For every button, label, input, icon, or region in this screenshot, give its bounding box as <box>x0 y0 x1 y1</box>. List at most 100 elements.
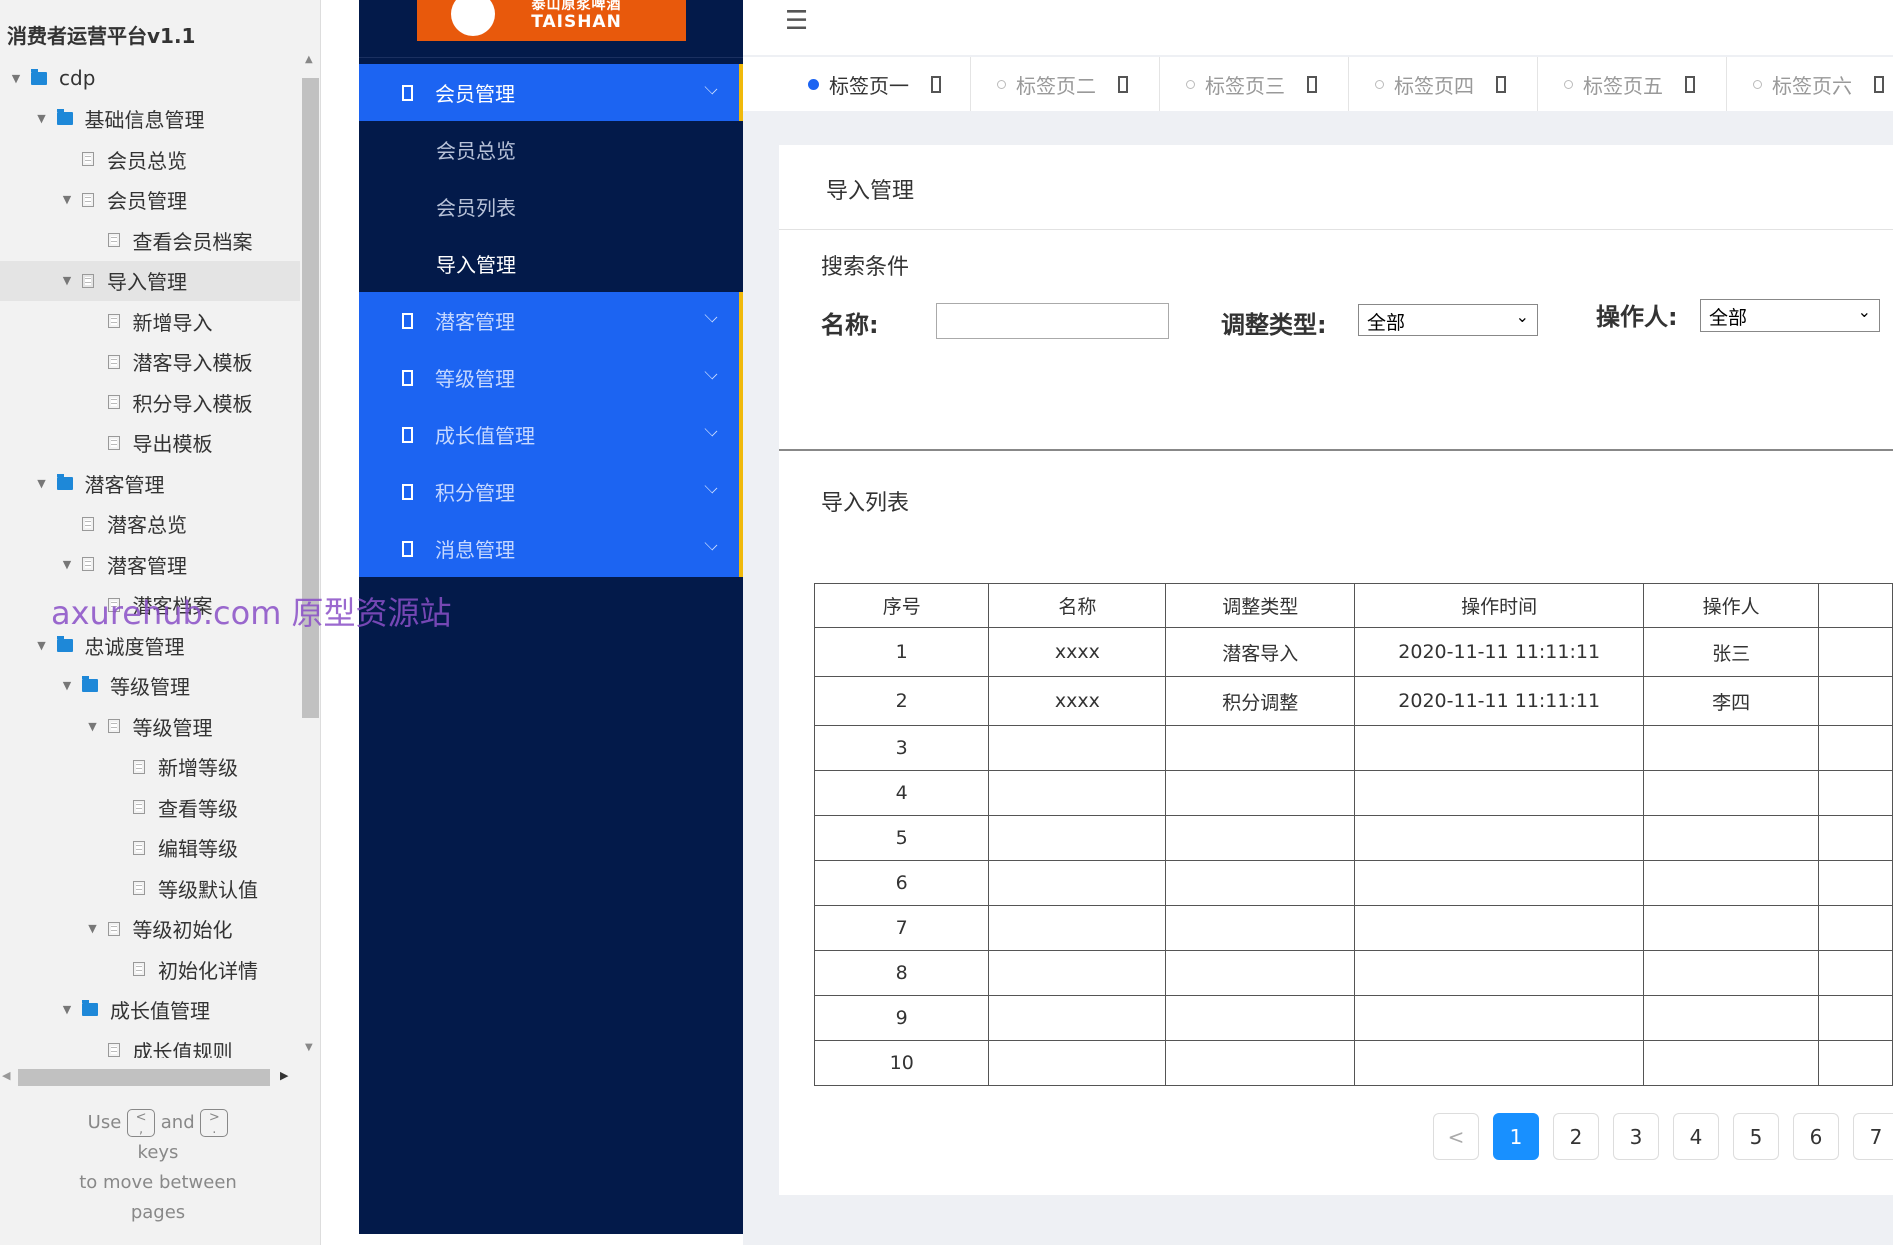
tree-item[interactable]: 会员总览 <box>0 139 300 180</box>
tree-item-label: 查看会员档案 <box>132 229 253 254</box>
pagination-page-button[interactable]: 7 <box>1853 1113 1893 1160</box>
scroll-down-arrow-icon[interactable]: ▼ <box>305 1042 313 1053</box>
divider <box>359 57 743 58</box>
menu-item[interactable]: 等级管理 <box>359 349 743 406</box>
tree-item[interactable]: 新增等级 <box>0 747 300 788</box>
table-row: 5 <box>813 815 1893 861</box>
help-text: keys <box>137 1142 179 1163</box>
tab[interactable]: 标签页五 <box>1538 57 1727 111</box>
menu-item-icon <box>402 540 413 557</box>
tree-item[interactable]: 等级默认值 <box>0 868 300 909</box>
tree-item[interactable]: 积分导入模板 <box>0 382 300 423</box>
project-title: 消费者运营平台v1.1 <box>7 24 196 48</box>
pagination-page-button[interactable]: 5 <box>1733 1113 1779 1160</box>
tab-close-icon[interactable] <box>1685 75 1695 93</box>
tab[interactable]: 标签页四 <box>1349 57 1538 111</box>
adjust-type-select[interactable]: 全部 ⌄ <box>1358 304 1538 336</box>
tree-item[interactable]: ▼ 等级初始化 <box>0 909 300 950</box>
page-icon <box>133 962 145 977</box>
operator-select[interactable]: 全部 ⌄ <box>1700 299 1880 332</box>
pagination-page-button[interactable]: 6 <box>1793 1113 1839 1160</box>
menu-item-icon <box>402 312 413 329</box>
tree-item[interactable]: 潜客导入模板 <box>0 342 300 383</box>
table-cell <box>1818 950 1893 996</box>
expand-arrow-icon[interactable]: ▼ <box>60 558 74 571</box>
help-text: and <box>160 1112 195 1133</box>
tree-item[interactable]: 编辑等级 <box>0 828 300 869</box>
table-cell <box>1354 1040 1645 1086</box>
expand-arrow-icon[interactable]: ▼ <box>60 193 74 206</box>
expand-arrow-icon[interactable]: ▼ <box>35 639 49 652</box>
tab-close-icon[interactable] <box>1496 75 1506 93</box>
table-row: 2 xxxx 积分调整 2020-11-11 11:11:11 李四 <box>813 676 1893 726</box>
name-input[interactable] <box>936 303 1169 339</box>
tree-vertical-scrollbar[interactable]: ▲ ▼ <box>300 54 321 1060</box>
tree-item[interactable]: ▼ 导入管理 <box>0 260 300 301</box>
expand-arrow-icon[interactable]: ▼ <box>60 1003 74 1016</box>
tab-close-icon[interactable] <box>931 75 941 93</box>
tree-item[interactable]: ▼ 基础信息管理 <box>0 99 300 140</box>
pagination-page-button[interactable]: 3 <box>1613 1113 1659 1160</box>
table-cell <box>1643 725 1820 771</box>
tree-item[interactable]: ▼ cdp <box>0 58 300 99</box>
menu-item[interactable]: 消息管理 <box>359 520 743 577</box>
tree-item[interactable]: 潜客总览 <box>0 504 300 545</box>
tree-item[interactable]: ▼ 潜客管理 <box>0 463 300 504</box>
tree-item[interactable]: 初始化详情 <box>0 949 300 990</box>
tab-close-icon[interactable] <box>1874 75 1884 93</box>
menu-toggle-icon[interactable]: ☰ <box>785 6 808 36</box>
pagination-prev-button[interactable]: < <box>1433 1113 1479 1160</box>
tree-item[interactable]: ▼ 成长值管理 <box>0 990 300 1031</box>
tree-item[interactable]: ▼ 潜客管理 <box>0 544 300 585</box>
search-section-title: 搜索条件 <box>821 255 910 280</box>
expand-arrow-icon[interactable]: ▼ <box>86 922 100 935</box>
expand-arrow-icon[interactable]: ▼ <box>60 274 74 287</box>
table-cell <box>1165 860 1356 906</box>
table-cell: 张三 <box>1643 627 1820 677</box>
tree-item[interactable]: 查看会员档案 <box>0 220 300 261</box>
menu-item[interactable]: 成长值管理 <box>359 406 743 463</box>
tree-item[interactable]: 导出模板 <box>0 423 300 464</box>
tree-item-label: 潜客导入模板 <box>132 351 253 376</box>
tab[interactable]: 标签页二 <box>971 57 1160 111</box>
tree-horizontal-scrollbar[interactable]: ◀ ▶ <box>0 1067 321 1087</box>
table-cell <box>1818 995 1893 1041</box>
tree-item[interactable]: ▼ 等级管理 <box>0 666 300 707</box>
expand-arrow-icon[interactable]: ▼ <box>9 72 23 85</box>
tab[interactable]: 标签页一 <box>782 57 971 111</box>
table-cell: 5 <box>813 815 990 861</box>
watermark: axurehub.com 原型资源站 <box>51 594 452 632</box>
submenu-item[interactable]: 会员列表 <box>359 178 743 235</box>
menu-item[interactable]: 会员管理 <box>359 64 743 121</box>
expand-arrow-icon[interactable]: ▼ <box>35 477 49 490</box>
menu-item[interactable]: 积分管理 <box>359 463 743 520</box>
pagination-page-button[interactable]: 4 <box>1673 1113 1719 1160</box>
tree-item[interactable]: ▼ 会员管理 <box>0 180 300 221</box>
brand-logo: 泰山原浆啤酒 TAISHAN <box>417 0 686 41</box>
expand-arrow-icon[interactable]: ▼ <box>35 112 49 125</box>
pagination-page-button[interactable]: 1 <box>1493 1113 1539 1160</box>
tab-close-icon[interactable] <box>1118 75 1128 93</box>
submenu-item[interactable]: 导入管理 <box>359 235 743 292</box>
scroll-right-arrow-icon[interactable]: ▶ <box>280 1069 288 1082</box>
expand-arrow-icon[interactable]: ▼ <box>86 720 100 733</box>
page-icon <box>107 435 120 450</box>
pagination-page-button[interactable]: 2 <box>1553 1113 1599 1160</box>
tree-item-label: 潜客总览 <box>107 513 187 538</box>
page-icon <box>82 192 94 207</box>
tree-item[interactable]: ▼ 等级管理 <box>0 706 300 747</box>
tab-close-icon[interactable] <box>1307 75 1317 93</box>
help-text: Use <box>87 1112 122 1133</box>
tree-item[interactable]: 新增导入 <box>0 301 300 342</box>
submenu-item[interactable]: 会员总览 <box>359 121 743 178</box>
tree-item[interactable]: 查看等级 <box>0 787 300 828</box>
scroll-up-arrow-icon[interactable]: ▲ <box>305 54 313 65</box>
tab[interactable]: 标签页六 <box>1727 57 1893 111</box>
tree-item[interactable]: 成长值规则 <box>0 1030 300 1058</box>
chevron-down-icon <box>704 81 718 95</box>
scroll-left-arrow-icon[interactable]: ◀ <box>2 1069 10 1082</box>
expand-arrow-icon[interactable]: ▼ <box>60 679 74 692</box>
menu-item[interactable]: 潜客管理 <box>359 292 743 349</box>
tab[interactable]: 标签页三 <box>1160 57 1349 111</box>
scrollbar-thumb[interactable] <box>18 1069 270 1086</box>
